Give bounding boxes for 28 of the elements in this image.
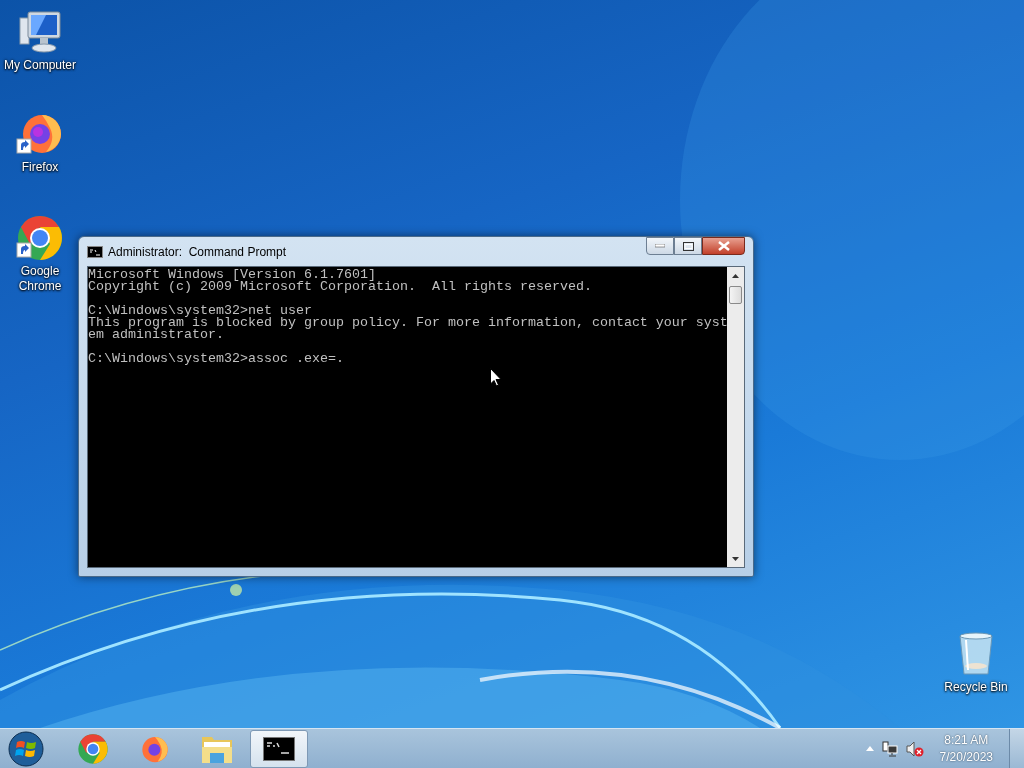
console-line: Microsoft Windows [Version 6.1.7601]: [88, 269, 376, 281]
console-line: em administrator.: [88, 329, 225, 341]
console-icon: [263, 736, 295, 761]
down-arrow-icon: [732, 556, 739, 561]
scrollbar-thumb[interactable]: [729, 286, 742, 304]
show-desktop-button[interactable]: [1009, 728, 1024, 768]
network-icon[interactable]: [881, 740, 898, 757]
maximize-button[interactable]: [674, 237, 702, 255]
console-line: C:\Windows\system32>assoc .exe=.: [88, 353, 345, 365]
window-title: Administrator: Command Prompt: [108, 244, 288, 259]
desktop-icon-label[interactable]: Firefox: [21, 160, 59, 175]
console-line: Copyright (c) 2009 Microsoft Corporation. All rights reserved.: [88, 281, 593, 293]
desktop-icon-label[interactable]: Google Chrome: [10, 264, 70, 294]
console-line: C:\Windows\system32>net user: [88, 305, 313, 317]
cursor-icon: [490, 368, 502, 387]
taskbar-button[interactable]: [250, 729, 308, 768]
desktop-icon-label[interactable]: Recycle Bin: [944, 680, 1008, 695]
maximize-icon: [682, 241, 694, 251]
minimize-button[interactable]: [646, 237, 674, 255]
console-icon: [87, 245, 103, 258]
desktop-icon-label[interactable]: My Computer: [4, 58, 76, 73]
chrome-icon: [77, 732, 109, 765]
minimize-icon: [655, 244, 665, 248]
console-line: This program is blocked by group policy. For more information, contact your syst: [88, 317, 727, 329]
close-button[interactable]: [702, 237, 745, 255]
volume-muted-icon[interactable]: [905, 740, 924, 757]
up-arrow-icon: [732, 273, 739, 278]
close-icon: [717, 241, 730, 251]
